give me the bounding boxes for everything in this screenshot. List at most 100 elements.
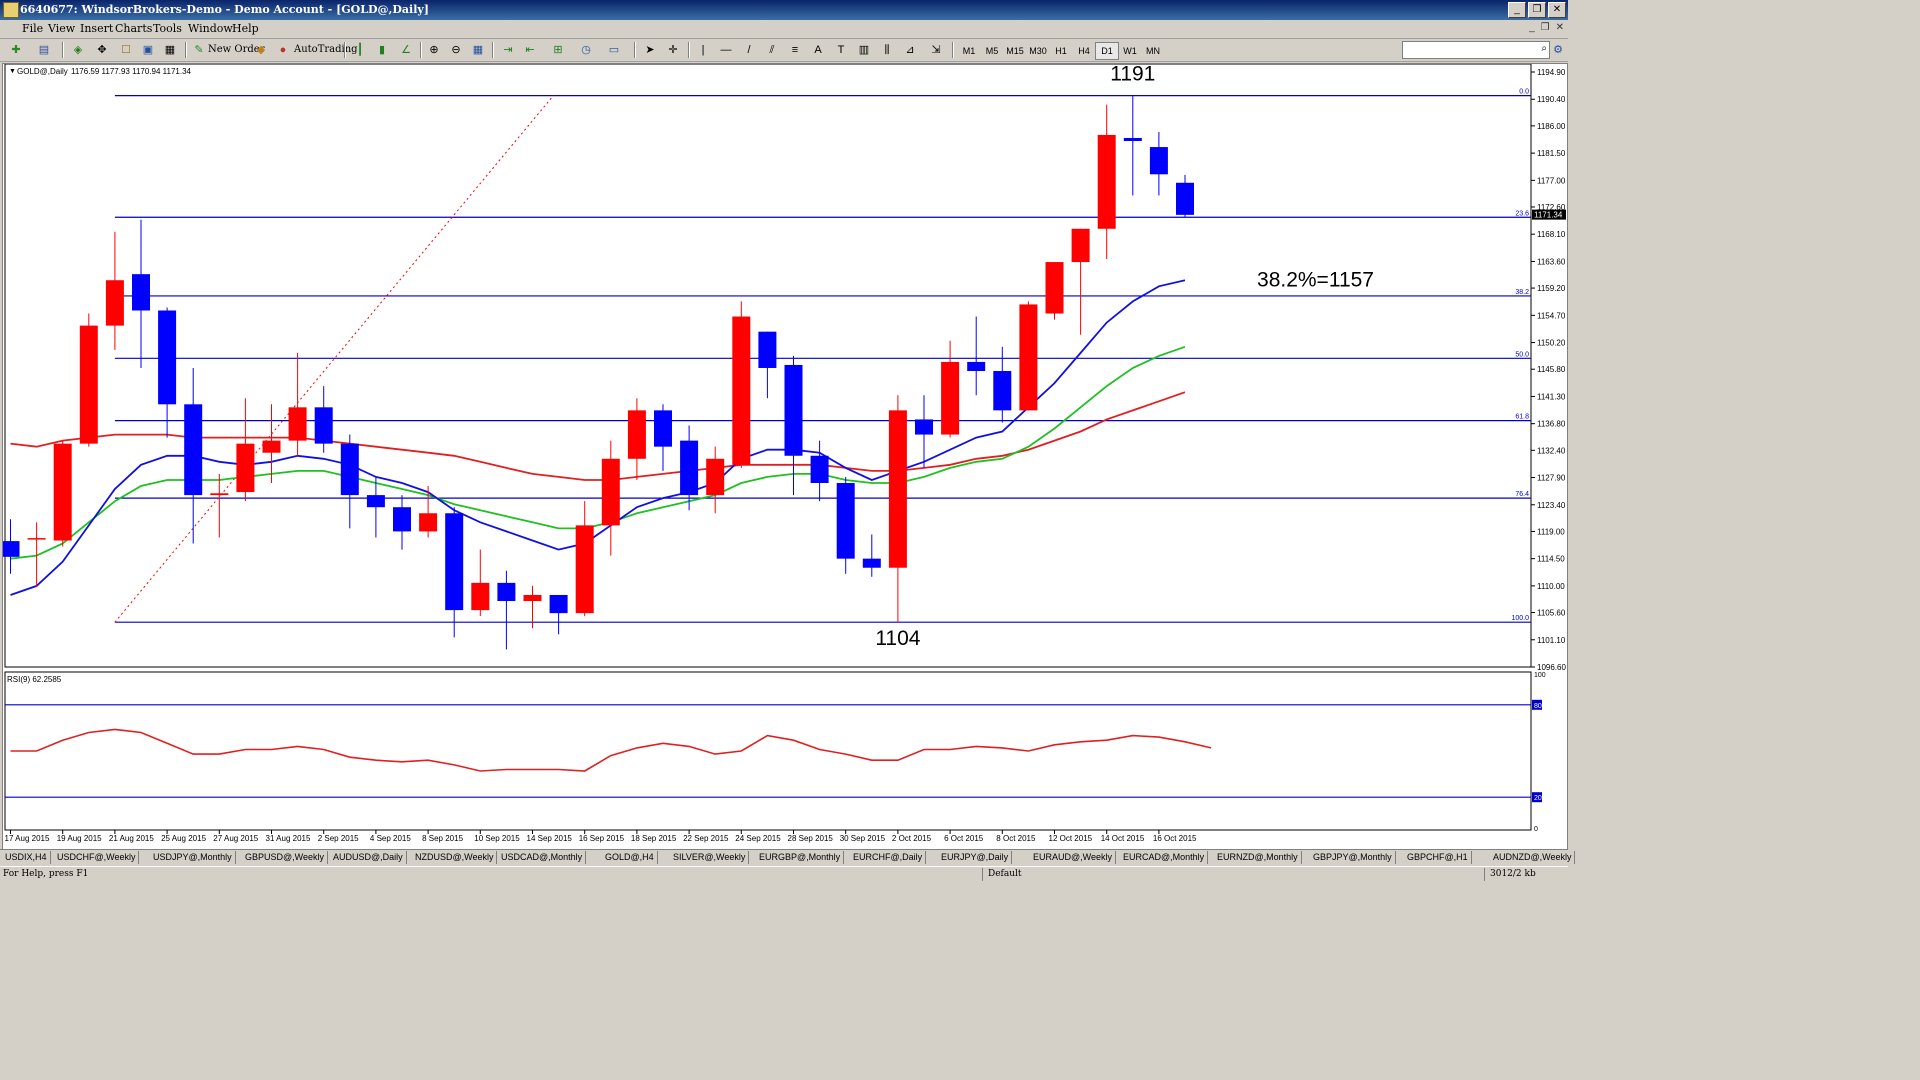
- chart-menu-icon: ▼: [9, 68, 16, 75]
- timeframe-d1[interactable]: D1: [1095, 42, 1119, 60]
- profiles-icon[interactable]: ▤: [36, 42, 52, 58]
- cursor-icon[interactable]: ➤: [642, 42, 658, 58]
- symbol-tab[interactable]: EURJPY@,Daily: [938, 851, 1013, 864]
- symbol-tab[interactable]: EURGBP@,Monthly: [756, 851, 845, 864]
- candlestick-icon[interactable]: ▮: [374, 42, 390, 58]
- candle-body: [393, 507, 411, 532]
- symbol-tab[interactable]: GBPUSD@,Weekly: [242, 851, 328, 864]
- date-tick-label: 16 Sep 2015: [579, 834, 625, 843]
- arrows-icon[interactable]: ⇲: [928, 42, 944, 58]
- price-tick-label: 1186.00: [1537, 122, 1566, 131]
- settings-gear-icon[interactable]: ⚙: [1550, 42, 1566, 58]
- symbol-tab[interactable]: USDCHF@,Weekly: [54, 851, 140, 864]
- zoom-out-icon[interactable]: ⊖: [448, 42, 464, 58]
- price-chart[interactable]: 1194.901190.401186.001181.501177.001172.…: [3, 64, 1567, 849]
- symbol-tab[interactable]: GBPCHF@,H1: [1404, 851, 1472, 864]
- candle-body: [1123, 137, 1142, 142]
- menu-window[interactable]: Window: [188, 22, 233, 35]
- timeframe-mn[interactable]: MN: [1141, 42, 1165, 60]
- gann-icon[interactable]: ▥: [856, 42, 872, 58]
- menu-charts[interactable]: Charts: [115, 22, 152, 35]
- window-title: 6640677: WindsorBrokers-Demo - Demo Acco…: [20, 3, 429, 16]
- indicators-icon[interactable]: ⊞: [550, 42, 566, 58]
- autotrading-icon[interactable]: ●: [275, 42, 291, 58]
- menu-insert[interactable]: Insert: [80, 22, 113, 35]
- chart-window[interactable]: 1194.90 1190.40 1186.00 1181.50 1177.00 1172.…: [2, 63, 1568, 850]
- timeframe-m15[interactable]: M15: [1003, 42, 1027, 60]
- vertical-line-icon[interactable]: |: [695, 42, 711, 58]
- candle-body: [497, 582, 516, 602]
- timeframe-m30[interactable]: M30: [1026, 42, 1050, 60]
- trendline-icon[interactable]: /: [741, 42, 757, 58]
- price-tick-label: 1123.40: [1537, 501, 1566, 510]
- symbol-tab[interactable]: AUDUSD@,Daily: [330, 851, 407, 864]
- timeframe-m5[interactable]: M5: [980, 42, 1004, 60]
- symbol-tab[interactable]: USDIX,H4: [2, 851, 51, 864]
- menu-view[interactable]: View: [48, 22, 75, 35]
- new-chart-icon[interactable]: ✚: [8, 42, 24, 58]
- periods-icon[interactable]: ◷: [578, 42, 594, 58]
- status-help-text: For Help, press F1: [3, 869, 89, 879]
- menu-file[interactable]: File: [22, 22, 43, 35]
- line-chart-icon[interactable]: ∠: [398, 42, 414, 58]
- mdi-restore-button[interactable]: ❐: [1541, 22, 1550, 33]
- crosshair-icon[interactable]: ✥: [94, 42, 110, 58]
- symbol-tab[interactable]: AUDNZD@,Weekly: [1490, 851, 1576, 864]
- symbol-tab[interactable]: GBPJPY@,Monthly: [1310, 851, 1396, 864]
- mdi-minimize-button[interactable]: _: [1529, 22, 1535, 33]
- templates-icon[interactable]: ▭: [606, 42, 622, 58]
- symbol-tab[interactable]: SILVER@,Weekly: [670, 851, 750, 864]
- symbol-tab[interactable]: USDJPY@,Monthly: [150, 851, 236, 864]
- fibonacci-icon[interactable]: ≡: [787, 42, 803, 58]
- close-button[interactable]: ✕: [1548, 2, 1566, 18]
- maximize-button[interactable]: ❐: [1528, 2, 1546, 18]
- fibonacci-level-label: 23.6: [1515, 210, 1529, 217]
- timeframe-h1[interactable]: H1: [1049, 42, 1073, 60]
- timeframe-w1[interactable]: W1: [1118, 42, 1142, 60]
- timeframe-h4[interactable]: H4: [1072, 42, 1096, 60]
- text-label-icon[interactable]: T: [833, 42, 849, 58]
- text-icon[interactable]: A: [810, 42, 826, 58]
- fib-fan-icon[interactable]: ⊿: [902, 42, 918, 58]
- symbol-tab[interactable]: GOLD@,H4: [602, 851, 658, 864]
- new-order-icon[interactable]: ✎: [191, 42, 207, 58]
- bar-chart-icon[interactable]: ┃: [352, 42, 368, 58]
- menu-tools[interactable]: Tools: [153, 22, 182, 35]
- menu-help[interactable]: Help: [232, 22, 259, 35]
- cycle-lines-icon[interactable]: ⫼: [879, 42, 895, 58]
- symbol-tab[interactable]: EURAUD@,Weekly: [1030, 851, 1116, 864]
- candle-body: [575, 525, 594, 614]
- candle-body: [915, 419, 933, 435]
- symbol-tab[interactable]: EURCAD@,Monthly: [1120, 851, 1209, 864]
- autotrading-button[interactable]: AutoTrading: [294, 42, 358, 58]
- terminal-icon[interactable]: ▣: [140, 42, 156, 58]
- horizontal-line-icon[interactable]: —: [718, 42, 734, 58]
- mdi-close-button[interactable]: ✕: [1556, 22, 1564, 33]
- symbol-tab[interactable]: EURNZD@,Monthly: [1214, 851, 1302, 864]
- zoom-in-icon[interactable]: ⊕: [426, 42, 442, 58]
- symbol-tab[interactable]: USDCAD@,Monthly: [498, 851, 587, 864]
- minimize-button[interactable]: _: [1508, 2, 1526, 18]
- tile-windows-icon[interactable]: ▦: [470, 42, 486, 58]
- candle-body: [627, 410, 646, 459]
- candle-body: [1176, 182, 1194, 215]
- crosshair-tool-icon[interactable]: ✛: [665, 42, 681, 58]
- metaeditor-icon[interactable]: ◆: [253, 42, 269, 58]
- search-input[interactable]: [1403, 42, 1537, 56]
- autoscroll-icon[interactable]: ⇥: [500, 42, 516, 58]
- date-tick-label: 4 Sep 2015: [370, 834, 411, 843]
- symbol-tab[interactable]: NZDUSD@,Weekly: [412, 851, 498, 864]
- candle-body: [105, 280, 124, 326]
- chart-shift-icon[interactable]: ⇤: [522, 42, 538, 58]
- strategy-tester-icon[interactable]: ▦: [162, 42, 178, 58]
- symbol-tab[interactable]: EURCHF@,Daily: [850, 851, 927, 864]
- navigator-icon[interactable]: ☐: [118, 42, 134, 58]
- search-icon[interactable]: ⌕: [1541, 43, 1547, 54]
- equidistant-channel-icon[interactable]: ⫽: [764, 42, 780, 58]
- fibonacci-trendline: [114, 95, 554, 623]
- date-tick-label: 18 Sep 2015: [631, 834, 677, 843]
- current-price-label: 1171.34: [1534, 211, 1563, 220]
- timeframe-m1[interactable]: M1: [957, 42, 981, 60]
- market-watch-icon[interactable]: ◈: [70, 42, 86, 58]
- date-tick-label: 19 Aug 2015: [57, 834, 102, 843]
